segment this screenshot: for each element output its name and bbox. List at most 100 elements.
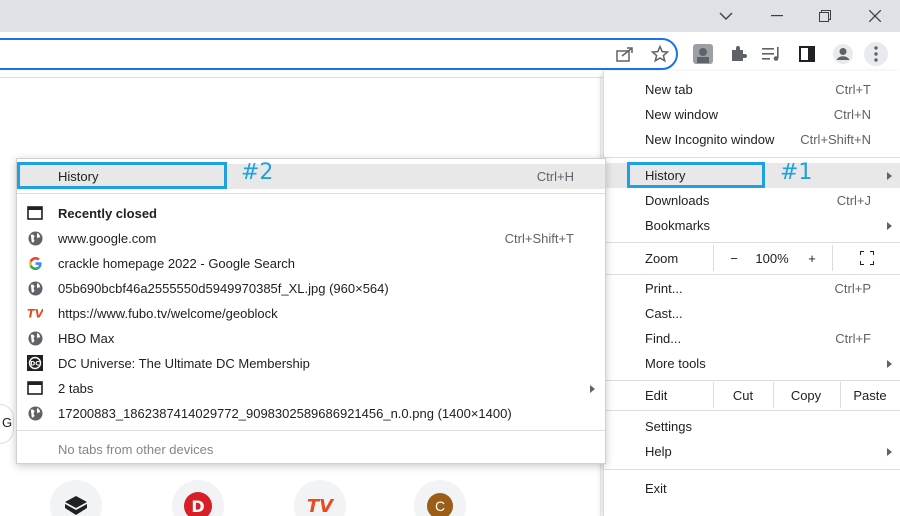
menu-item-label: New Incognito window (645, 132, 775, 147)
google-g-icon (27, 255, 43, 271)
history-item[interactable]: 2 tabs (17, 376, 605, 401)
globe-icon (27, 405, 43, 421)
media-queue-icon[interactable] (760, 42, 784, 66)
tab-search-icon[interactable] (706, 3, 746, 29)
fullscreen-icon[interactable] (833, 245, 900, 271)
menu-item-label: Find... (645, 331, 682, 346)
menu-item-shortcut: Ctrl+J (836, 193, 871, 208)
menu-divider (604, 380, 900, 381)
copy-button[interactable]: Copy (774, 382, 838, 408)
menu-item-new-window[interactable]: New window Ctrl+N (604, 102, 900, 127)
history-item-shortcut: Ctrl+Shift+T (504, 231, 574, 246)
zoom-in-button[interactable]: + (792, 245, 832, 271)
menu-item-label: Print... (645, 281, 683, 296)
profile-icon[interactable] (831, 42, 855, 66)
dc-universe-icon: DC (27, 355, 43, 371)
close-button[interactable] (855, 3, 895, 29)
submenu-item-shortcut: Ctrl+H (536, 169, 574, 184)
menu-item-label: New tab (645, 82, 693, 97)
c-avatar: C (427, 493, 453, 516)
history-item[interactable]: www.google.com Ctrl+Shift+T (17, 226, 605, 251)
history-item[interactable]: DC DC Universe: The Ultimate DC Membersh… (17, 351, 605, 376)
submenu-arrow-icon (887, 221, 892, 230)
highlight-box-history-submenu (17, 162, 227, 189)
history-item[interactable]: TV https://www.fubo.tv/welcome/geoblock (17, 301, 605, 326)
menu-item-shortcut: Ctrl+T (835, 82, 871, 97)
menu-item-label: More tools (645, 356, 706, 371)
no-tabs-label: No tabs from other devices (58, 442, 214, 457)
menu-item-cast[interactable]: Cast... (604, 301, 900, 326)
menu-item-label: Downloads (645, 193, 710, 208)
menu-item-shortcut: Ctrl+P (834, 281, 871, 296)
menu-item-label: Exit (645, 481, 667, 496)
menu-item-label: Cast... (645, 306, 683, 321)
puzzle-icon[interactable] (726, 42, 750, 66)
side-panel-icon[interactable] (795, 42, 819, 66)
globe-icon (27, 230, 43, 246)
submenu-arrow-icon (590, 384, 595, 393)
no-tabs-other-devices: No tabs from other devices (17, 437, 605, 462)
menu-edit-row: Edit Cut Copy Paste (604, 382, 900, 408)
menu-item-find[interactable]: Find... Ctrl+F (604, 326, 900, 351)
globe-icon (27, 280, 43, 296)
menu-item-settings[interactable]: Settings (604, 414, 900, 439)
submenu-arrow-icon (887, 359, 892, 368)
history-item[interactable]: HBO Max (17, 326, 605, 351)
restore-button[interactable] (805, 3, 845, 29)
zoom-level: 100% (755, 250, 789, 266)
history-item[interactable]: 05b690bcbf46a2555550d5949970385f_XL.jpg … (17, 276, 605, 301)
menu-item-shortcut: Ctrl+N (833, 107, 871, 122)
search-box-partial-text: G (2, 415, 13, 430)
address-bar[interactable] (0, 38, 678, 70)
menu-item-downloads[interactable]: Downloads Ctrl+J (604, 188, 900, 213)
history-item-label: 05b690bcbf46a2555550d5949970385f_XL.jpg … (58, 281, 389, 296)
share-icon[interactable] (613, 42, 637, 66)
menu-item-exit[interactable]: Exit (604, 476, 900, 501)
svg-text:D: D (191, 497, 204, 516)
disney-plus-icon: D (184, 492, 212, 516)
submenu-arrow-icon (887, 447, 892, 456)
menu-divider (604, 469, 900, 470)
globe-icon (27, 330, 43, 346)
fubo-tv-icon: TV (27, 305, 43, 321)
menu-divider (604, 274, 900, 275)
more-vert-icon[interactable] (864, 42, 888, 66)
extension-avatar-icon[interactable] (691, 42, 715, 66)
history-item-label: https://www.fubo.tv/welcome/geoblock (58, 306, 278, 321)
menu-item-help[interactable]: Help (604, 439, 900, 464)
star-icon[interactable] (648, 42, 672, 66)
history-item-label: 17200883_1862387414029772_90983025896869… (58, 406, 512, 421)
menu-zoom-row: Zoom − 100% + (604, 245, 900, 271)
zoom-out-button[interactable]: − (714, 245, 754, 271)
minimize-button[interactable] (757, 3, 797, 29)
menu-item-shortcut: Ctrl+F (835, 331, 871, 346)
menu-item-new-tab[interactable]: New tab Ctrl+T (604, 77, 900, 102)
menu-item-bookmarks[interactable]: Bookmarks (604, 213, 900, 238)
menu-item-new-incognito[interactable]: New Incognito window Ctrl+Shift+N (604, 127, 900, 152)
history-item-label: 2 tabs (58, 381, 94, 396)
recently-closed-header: Recently closed (17, 201, 605, 226)
menu-item-label: New window (645, 107, 718, 122)
menu-item-label: Help (645, 444, 672, 459)
history-item[interactable]: crackle homepage 2022 - Google Search (17, 251, 605, 276)
fubo-tile-text: TV (306, 495, 334, 516)
history-item-label: DC Universe: The Ultimate DC Membership (58, 356, 310, 371)
submenu-divider (17, 430, 605, 431)
box-logo-icon (65, 496, 87, 515)
highlight-box-history-menu (627, 162, 765, 188)
annotation-tag-2: #2 (241, 160, 274, 185)
history-item-label: HBO Max (58, 331, 115, 346)
cut-button[interactable]: Cut (714, 382, 772, 408)
menu-item-print[interactable]: Print... Ctrl+P (604, 276, 900, 301)
paste-button[interactable]: Paste (841, 382, 899, 408)
history-item-label: www.google.com (58, 231, 157, 246)
window-icon (27, 380, 43, 396)
chrome-main-menu: New tab Ctrl+T New window Ctrl+N New Inc… (603, 71, 900, 516)
history-item[interactable]: 17200883_1862387414029772_90983025896869… (17, 401, 605, 426)
title-bar (0, 0, 900, 32)
menu-divider (604, 157, 900, 158)
menu-item-label: Settings (645, 419, 692, 434)
menu-item-more-tools[interactable]: More tools (604, 351, 900, 376)
menu-divider (604, 242, 900, 243)
menu-item-shortcut: Ctrl+Shift+N (800, 132, 871, 147)
